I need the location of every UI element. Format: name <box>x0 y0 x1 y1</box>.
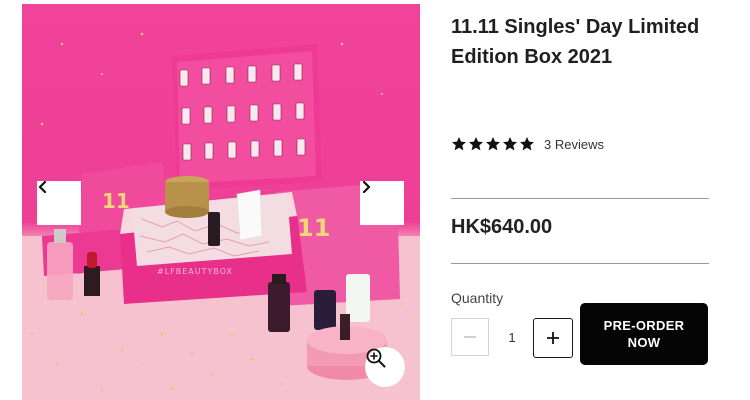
zoom-in-icon <box>366 348 386 368</box>
box-number-left: 11 <box>102 189 130 213</box>
quantity-input[interactable] <box>497 318 527 356</box>
product-price: HK$640.00 <box>451 216 553 238</box>
previous-image-button[interactable] <box>37 181 81 225</box>
quantity-label: Quantity <box>451 290 504 306</box>
divider <box>451 198 709 199</box>
product-title: 11.11 Singles' Day Limited Edition Box 2… <box>451 16 700 68</box>
star-icon <box>469 137 483 151</box>
plus-icon <box>547 332 559 344</box>
star-icon <box>452 137 466 151</box>
star-icon <box>503 137 517 151</box>
star-icon <box>486 137 500 151</box>
box-number-right: 11 <box>297 214 330 242</box>
pre-order-button[interactable]: PRE-ORDER NOW <box>580 303 708 365</box>
chevron-right-icon <box>362 181 371 193</box>
box-print-text: #LFBEAUTYBOX <box>157 267 233 276</box>
chevron-left-icon <box>38 181 47 193</box>
zoom-image-button[interactable] <box>365 347 405 387</box>
product-rating: 3 Reviews <box>451 136 604 152</box>
minus-icon <box>464 336 476 338</box>
quantity-decrement-button[interactable] <box>451 318 489 356</box>
quantity-increment-button[interactable] <box>533 318 573 358</box>
star-rating <box>451 136 535 152</box>
reviews-link[interactable]: 3 Reviews <box>544 137 604 152</box>
divider <box>451 263 709 264</box>
next-image-button[interactable] <box>360 181 404 225</box>
product-image-gallery: 11 11 #LFBEAUTYBOX <box>22 4 420 400</box>
star-icon <box>520 137 534 151</box>
